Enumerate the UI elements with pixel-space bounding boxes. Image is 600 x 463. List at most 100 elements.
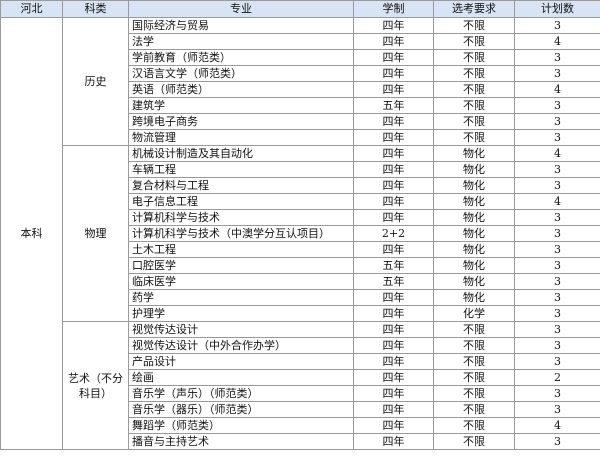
subject-group-cell: 历史 xyxy=(62,17,129,146)
duration-cell: 四年 xyxy=(353,289,434,306)
quota-cell: 3 xyxy=(514,273,600,290)
quota-cell: 3 xyxy=(514,49,600,66)
requirement-cell: 物化 xyxy=(433,241,515,258)
major-cell: 学前教育（师范类） xyxy=(128,49,354,66)
requirement-cell: 物化 xyxy=(433,145,515,162)
requirement-cell: 不限 xyxy=(433,385,515,402)
quota-cell: 4 xyxy=(514,193,600,210)
major-cell: 口腔医学 xyxy=(128,257,354,274)
quota-cell: 4 xyxy=(514,145,600,162)
requirement-cell: 物化 xyxy=(433,289,515,306)
quota-cell: 3 xyxy=(514,225,600,242)
duration-cell: 四年 xyxy=(353,81,434,98)
major-cell: 产品设计 xyxy=(128,353,354,370)
quota-cell: 3 xyxy=(514,257,600,274)
quota-cell: 3 xyxy=(514,241,600,258)
duration-cell: 四年 xyxy=(353,241,434,258)
table-body: 本科 历史 国际经济与贸易 四年 不限 3 法学 四年 不限 4 学前教育（师范类） 四年 不限 3 汉语言… xyxy=(0,17,600,450)
duration-cell: 四年 xyxy=(353,417,434,434)
major-cell: 机械设计制造及其自动化 xyxy=(128,145,354,162)
duration-cell: 四年 xyxy=(353,17,434,34)
level-cell: 本科 xyxy=(0,17,63,450)
requirement-cell: 不限 xyxy=(433,113,515,130)
duration-cell: 2+2 xyxy=(353,225,434,242)
requirement-cell: 不限 xyxy=(433,129,515,146)
major-cell: 视觉传达设计（中外合作办学） xyxy=(128,337,354,354)
duration-cell: 四年 xyxy=(353,305,434,322)
quota-cell: 3 xyxy=(514,305,600,322)
requirement-cell: 不限 xyxy=(433,417,515,434)
duration-cell: 五年 xyxy=(353,257,434,274)
table-row: 物理 机械设计制造及其自动化 四年 物化 4 xyxy=(1,145,600,322)
duration-cell: 四年 xyxy=(353,433,434,450)
major-cell: 车辆工程 xyxy=(128,161,354,178)
header-province: 河北 xyxy=(0,0,63,18)
header-duration: 学制 xyxy=(353,0,434,18)
duration-cell: 四年 xyxy=(353,65,434,82)
duration-cell: 四年 xyxy=(353,33,434,50)
duration-cell: 四年 xyxy=(353,193,434,210)
major-cell: 音乐学（声乐）（师范类） xyxy=(128,385,354,402)
requirement-cell: 不限 xyxy=(433,17,515,34)
quota-cell: 3 xyxy=(514,337,600,354)
quota-cell: 4 xyxy=(514,33,600,50)
subject-group-cell: 艺术（不分科目） xyxy=(62,321,129,450)
requirement-cell: 不限 xyxy=(433,65,515,82)
quota-cell: 3 xyxy=(514,353,600,370)
requirement-cell: 不限 xyxy=(433,33,515,50)
requirement-cell: 不限 xyxy=(433,81,515,98)
major-cell: 跨境电子商务 xyxy=(128,113,354,130)
quota-cell: 3 xyxy=(514,129,600,146)
enrollment-plan-table: 河北 科类 专业 学制 选考要求 计划数 本科 历史 国际经济与贸易 四年 不限 3 法学四… xyxy=(0,0,600,450)
duration-cell: 四年 xyxy=(353,49,434,66)
requirement-cell: 不限 xyxy=(433,321,515,338)
duration-cell: 五年 xyxy=(353,97,434,114)
duration-cell: 四年 xyxy=(353,177,434,194)
major-cell: 建筑学 xyxy=(128,97,354,114)
requirement-cell: 不限 xyxy=(433,337,515,354)
requirement-cell: 化学 xyxy=(433,305,515,322)
requirement-cell: 物化 xyxy=(433,193,515,210)
header-requirement: 选考要求 xyxy=(433,0,515,18)
major-cell: 舞蹈学（师范类） xyxy=(128,417,354,434)
quota-cell: 3 xyxy=(514,97,600,114)
major-cell: 电子信息工程 xyxy=(128,193,354,210)
header-quota: 计划数 xyxy=(514,0,600,18)
duration-cell: 四年 xyxy=(353,385,434,402)
major-cell: 绘画 xyxy=(128,369,354,386)
header-row: 河北 科类 专业 学制 选考要求 计划数 xyxy=(0,0,600,18)
quota-cell: 3 xyxy=(514,401,600,418)
major-cell: 国际经济与贸易 xyxy=(128,17,354,34)
major-cell: 复合材料与工程 xyxy=(128,177,354,194)
requirement-cell: 物化 xyxy=(433,161,515,178)
duration-cell: 五年 xyxy=(353,273,434,290)
header-major: 专业 xyxy=(128,0,354,18)
requirement-cell: 不限 xyxy=(433,401,515,418)
major-cell: 计算机科学与技术（中澳学分互认项目） xyxy=(128,225,354,242)
quota-cell: 2 xyxy=(514,369,600,386)
header-subject: 科类 xyxy=(62,0,129,18)
requirement-cell: 物化 xyxy=(433,225,515,242)
major-cell: 物流管理 xyxy=(128,129,354,146)
major-cell: 药学 xyxy=(128,289,354,306)
quota-cell: 3 xyxy=(514,161,600,178)
major-cell: 临床医学 xyxy=(128,273,354,290)
requirement-cell: 不限 xyxy=(433,49,515,66)
requirement-cell: 不限 xyxy=(433,369,515,386)
duration-cell: 四年 xyxy=(353,129,434,146)
duration-cell: 四年 xyxy=(353,209,434,226)
requirement-cell: 物化 xyxy=(433,273,515,290)
duration-cell: 四年 xyxy=(353,145,434,162)
major-cell: 英语（师范类） xyxy=(128,81,354,98)
subject-group-cell: 物理 xyxy=(62,145,129,322)
quota-cell: 3 xyxy=(514,17,600,34)
duration-cell: 四年 xyxy=(353,113,434,130)
duration-cell: 四年 xyxy=(353,161,434,178)
table-row: 本科 历史 国际经济与贸易 四年 不限 3 xyxy=(0,17,600,450)
requirement-cell: 物化 xyxy=(433,209,515,226)
quota-cell: 3 xyxy=(514,65,600,82)
quota-cell: 3 xyxy=(514,385,600,402)
major-cell: 汉语言文学（师范类） xyxy=(128,65,354,82)
quota-cell: 3 xyxy=(514,113,600,130)
requirement-cell: 物化 xyxy=(433,257,515,274)
